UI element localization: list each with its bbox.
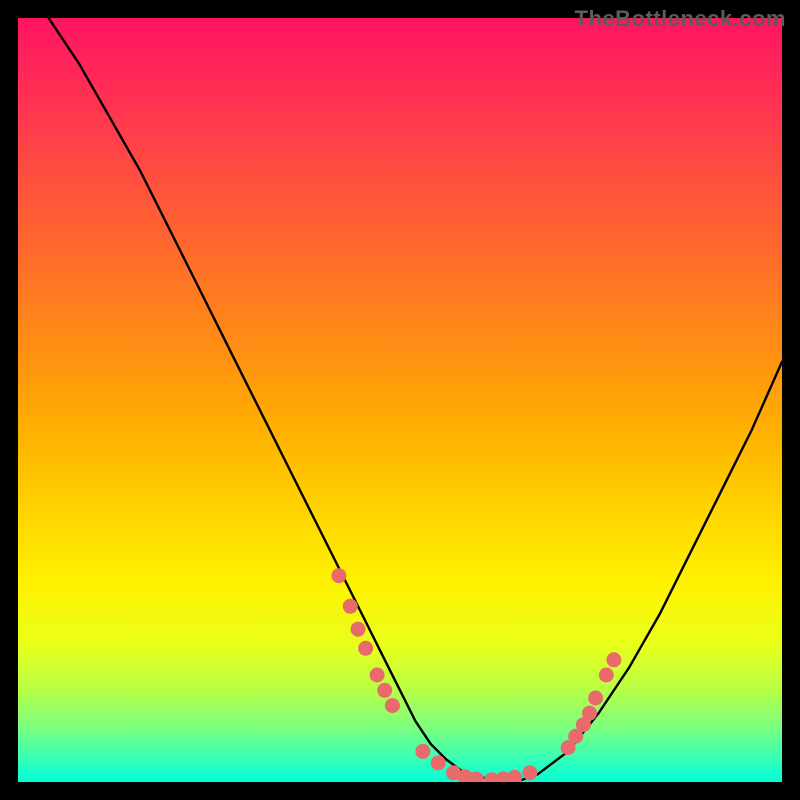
highlight-point [431,755,446,770]
highlight-point [377,683,392,698]
bottleneck-curve [49,18,782,781]
chart-container [18,18,782,782]
highlight-point [415,744,430,759]
highlighted-points [331,568,621,782]
highlight-point [582,706,597,721]
highlight-point [370,668,385,683]
chart-svg [18,18,782,782]
highlight-point [588,691,603,706]
watermark-text: TheBottleneck.com [575,6,786,32]
highlight-point [522,765,537,780]
highlight-point [599,668,614,683]
highlight-point [606,652,621,667]
highlight-point [343,599,358,614]
highlight-point [351,622,366,637]
highlight-point [385,698,400,713]
highlight-point [358,641,373,656]
highlight-point [507,770,522,782]
highlight-point [331,568,346,583]
